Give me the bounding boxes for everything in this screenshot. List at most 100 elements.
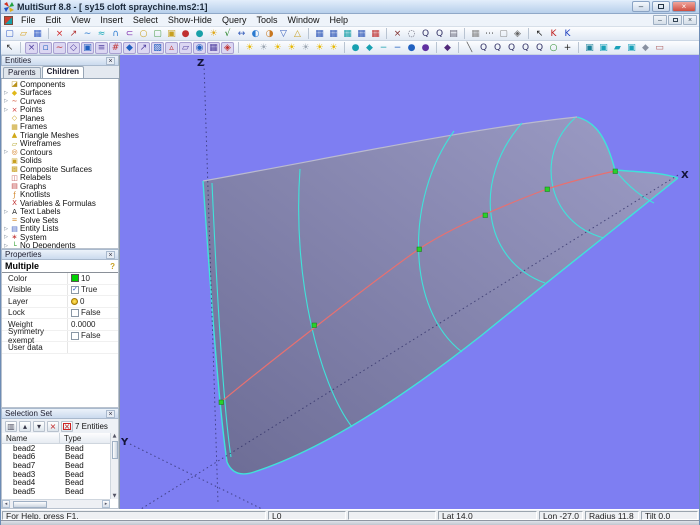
toolbar-icon[interactable]: ◑ bbox=[263, 28, 276, 40]
tree-item-planes[interactable]: ◇Planes bbox=[2, 114, 118, 123]
tree-item-solve-sets[interactable]: =Solve Sets bbox=[2, 216, 118, 225]
checkbox-unchecked[interactable] bbox=[71, 309, 79, 317]
tree-item-knotlists[interactable]: ƒKnotlists bbox=[2, 191, 118, 200]
toolbar-icon[interactable]: ▦ bbox=[313, 28, 326, 40]
toolbar-icon[interactable]: Q bbox=[491, 42, 504, 54]
property-value[interactable]: False bbox=[68, 308, 118, 317]
expand-icon[interactable]: ▷ bbox=[2, 98, 10, 104]
toolbar-icon[interactable]: ▦ bbox=[355, 28, 368, 40]
toolbar-icon[interactable]: # bbox=[109, 42, 122, 54]
toolbar-icon[interactable]: ◈ bbox=[511, 28, 524, 40]
selection-row[interactable]: bead2Bead bbox=[2, 444, 118, 453]
close-panel-button[interactable]: × bbox=[106, 410, 115, 418]
checkbox-unchecked[interactable] bbox=[71, 332, 79, 340]
toolbar-icon[interactable]: ● bbox=[419, 42, 432, 54]
property-value[interactable]: 0 bbox=[68, 297, 118, 306]
columns-icon[interactable]: ▥ bbox=[5, 421, 17, 432]
toolbar-icon[interactable]: ▰ bbox=[611, 42, 624, 54]
toolbar-icon[interactable]: Q bbox=[419, 28, 432, 40]
tree-item-graphs[interactable]: ▤Graphs bbox=[2, 182, 118, 191]
property-value[interactable]: 10 bbox=[68, 274, 118, 283]
open-file-icon[interactable]: ▱ bbox=[17, 28, 30, 40]
scroll-up-icon[interactable]: ▲ bbox=[113, 433, 117, 439]
tree-item-contours[interactable]: ▷◎Contours bbox=[2, 148, 118, 157]
toolbar-icon[interactable]: ∼ bbox=[81, 28, 94, 40]
toolbar-icon[interactable]: ▣ bbox=[583, 42, 596, 54]
close-panel-button[interactable]: × bbox=[106, 57, 115, 65]
toolbar-icon[interactable]: ▭ bbox=[653, 42, 666, 54]
tree-item-entity-lists[interactable]: ▷▤Entity Lists bbox=[2, 225, 118, 234]
toolbar-icon[interactable]: ↗ bbox=[137, 42, 150, 54]
scroll-right-icon[interactable]: ▸ bbox=[102, 500, 110, 508]
tree-item-variables---formulas[interactable]: XVariables & Formulas bbox=[2, 199, 118, 208]
restore-button[interactable] bbox=[652, 1, 670, 12]
menu-window[interactable]: Window bbox=[282, 14, 324, 26]
toolbar-icon[interactable]: ⊂ bbox=[123, 28, 136, 40]
toolbar-icon[interactable]: ▦ bbox=[469, 28, 482, 40]
toolbar-icon[interactable]: ☀ bbox=[285, 42, 298, 54]
toolbar-icon[interactable]: Q bbox=[433, 28, 446, 40]
toolbar-icon[interactable]: ▦ bbox=[369, 28, 382, 40]
tree-item-system[interactable]: ▷∗System bbox=[2, 233, 118, 242]
toolbar-icon[interactable]: K bbox=[561, 28, 574, 40]
minimize-button[interactable]: – bbox=[632, 1, 650, 12]
toolbar-icon[interactable]: − bbox=[377, 42, 390, 54]
toolbar-icon[interactable]: △ bbox=[291, 28, 304, 40]
menu-file[interactable]: File bbox=[16, 14, 41, 26]
menu-edit[interactable]: Edit bbox=[41, 14, 67, 26]
toolbar-icon[interactable]: ○ bbox=[137, 28, 150, 40]
toolbar-icon[interactable]: ▣ bbox=[625, 42, 638, 54]
toolbar-icon[interactable]: ▦ bbox=[207, 42, 220, 54]
selection-row[interactable]: bead5Bead bbox=[2, 487, 118, 496]
toolbar-icon[interactable]: ◇ bbox=[67, 42, 80, 54]
tree-item-components[interactable]: ◪Components bbox=[2, 80, 118, 89]
toolbar-icon[interactable]: ☀ bbox=[299, 42, 312, 54]
tree-item-curves[interactable]: ▷∼Curves bbox=[2, 97, 118, 106]
expand-icon[interactable]: ▷ bbox=[2, 90, 10, 96]
remove-entity-icon[interactable]: × bbox=[47, 421, 59, 432]
tree-item-composite-surfaces[interactable]: ▩Composite Surfaces bbox=[2, 165, 118, 174]
clear-selection-icon[interactable]: × bbox=[61, 421, 73, 432]
save-icon[interactable]: ▦ bbox=[31, 28, 44, 40]
toolbar-icon[interactable]: ◆ bbox=[639, 42, 652, 54]
tree-item-frames[interactable]: ▦Frames bbox=[2, 123, 118, 132]
selection-row[interactable]: bead6Bead bbox=[2, 453, 118, 462]
column-header-name[interactable]: Name bbox=[2, 433, 60, 443]
select-pointer-icon[interactable]: ↖ bbox=[3, 42, 16, 54]
scrollbar-thumb[interactable] bbox=[13, 501, 47, 508]
tree-item-points[interactable]: ▷×Points bbox=[2, 106, 118, 115]
move-up-icon[interactable]: ▴ bbox=[19, 421, 31, 432]
toolbar-icon[interactable]: × bbox=[25, 42, 38, 54]
toolbar-icon[interactable]: ↖ bbox=[533, 28, 546, 40]
close-panel-button[interactable]: × bbox=[106, 251, 115, 259]
expand-icon[interactable]: ▷ bbox=[2, 234, 10, 240]
checkbox-checked[interactable]: ✓ bbox=[71, 286, 79, 294]
expand-icon[interactable]: ▷ bbox=[2, 226, 10, 232]
menu-select[interactable]: Select bbox=[128, 14, 163, 26]
toolbar-icon[interactable]: ▢ bbox=[497, 28, 510, 40]
toolbar-icon[interactable]: ○ bbox=[547, 42, 560, 54]
scrollbar-thumb[interactable] bbox=[112, 441, 118, 459]
vertical-scrollbar[interactable]: ▲ ▼ bbox=[110, 433, 118, 499]
property-row-color[interactable]: Color10 bbox=[2, 273, 118, 285]
tree-item-relabels[interactable]: ◫Relabels bbox=[2, 174, 118, 183]
toolbar-icon[interactable]: Q bbox=[477, 42, 490, 54]
property-row-lock[interactable]: LockFalse bbox=[2, 308, 118, 320]
toolbar-icon[interactable]: ▽ bbox=[277, 28, 290, 40]
toolbar-icon[interactable]: ● bbox=[179, 28, 192, 40]
toolbar-icon[interactable]: ● bbox=[349, 42, 362, 54]
toolbar-icon[interactable]: ⋯ bbox=[483, 28, 496, 40]
menu-insert[interactable]: Insert bbox=[95, 14, 128, 26]
toolbar-icon[interactable]: ◆ bbox=[123, 42, 136, 54]
tree-item-triangle-meshes[interactable]: ▲Triangle Meshes bbox=[2, 131, 118, 140]
toolbar-icon[interactable]: ☀ bbox=[271, 42, 284, 54]
toolbar-icon[interactable]: ▣ bbox=[597, 42, 610, 54]
toolbar-icon[interactable]: × bbox=[391, 28, 404, 40]
help-pin-icon[interactable]: ? bbox=[110, 262, 115, 271]
menu-query[interactable]: Query bbox=[217, 14, 252, 26]
move-down-icon[interactable]: ▾ bbox=[33, 421, 45, 432]
tree-item-text-labels[interactable]: ▷AText Labels bbox=[2, 208, 118, 217]
property-value[interactable]: ✓True bbox=[68, 285, 118, 294]
new-file-icon[interactable]: ▢ bbox=[3, 28, 16, 40]
toolbar-icon[interactable]: ↔ bbox=[235, 28, 248, 40]
